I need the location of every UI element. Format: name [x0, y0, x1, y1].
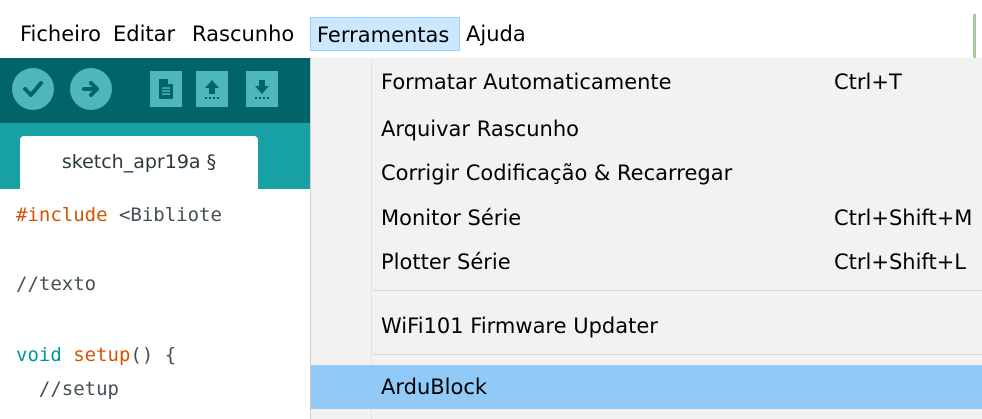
menu-rascunho-label: Rascunho [192, 22, 295, 46]
menu-ficheiro[interactable]: Ficheiro [14, 17, 107, 51]
menu-ficheiro-label: Ficheiro [20, 22, 102, 46]
menu-ferramentas-label: Ferramentas [317, 23, 450, 47]
menu-item-label: ArduBlock [381, 375, 488, 399]
menu-item-shortcut: Ctrl+Shift+L [834, 250, 966, 274]
menu-rascunho[interactable]: Rascunho [186, 17, 300, 51]
check-icon [23, 81, 43, 97]
menu-separator [373, 354, 982, 355]
menu-separator [373, 290, 982, 291]
menu-bar: Ficheiro Editar Rascunho Ferramentas Aju… [0, 0, 982, 58]
menu-item-plotter-serie[interactable]: Plotter Série Ctrl+Shift+L [311, 240, 982, 284]
menu-ajuda-label: Ajuda [466, 22, 526, 46]
menu-item-formatar[interactable]: Formatar Automaticamente Ctrl+T [311, 60, 982, 104]
menu-item-arquivar[interactable]: Arquivar Rascunho [311, 107, 982, 151]
ferramentas-dropdown: Formatar Automaticamente Ctrl+T Arquivar… [310, 58, 982, 419]
setup-paren: () { [130, 344, 177, 366]
menu-item-shortcut: Ctrl+T [834, 70, 902, 94]
function-setup: setup [73, 344, 131, 366]
menu-ajuda[interactable]: Ajuda [460, 17, 532, 51]
menu-item-label: Monitor Série [381, 206, 522, 230]
keyword-void: void [16, 344, 62, 366]
menu-ferramentas[interactable]: Ferramentas [310, 17, 460, 51]
toolbar [0, 58, 320, 123]
menu-editar[interactable]: Editar [107, 17, 181, 51]
verify-button[interactable] [12, 68, 54, 110]
menu-item-ardublock[interactable]: ArduBlock [311, 365, 982, 409]
menu-editar-label: Editar [113, 22, 176, 46]
menu-item-label: Formatar Automaticamente [381, 70, 672, 94]
code-editor[interactable]: #include <Bibliote //texto void setup() … [0, 189, 320, 419]
tab-sketch-label: sketch_apr19a § [61, 151, 217, 173]
menu-item-monitor-serie[interactable]: Monitor Série Ctrl+Shift+M [311, 196, 982, 240]
window-edge [973, 14, 976, 58]
code-line-setup-comment: //setup [16, 378, 119, 400]
comment-setup: //setup [16, 378, 119, 400]
menu-item-corrigir[interactable]: Corrigir Codificação & Recarregar [311, 151, 982, 195]
code-line-include: #include <Bibliote [16, 204, 222, 226]
include-target: <Bibliote [107, 204, 222, 226]
new-sketch-button[interactable] [150, 71, 182, 107]
menu-item-label: Corrigir Codificação & Recarregar [381, 161, 733, 185]
download-icon [255, 80, 269, 99]
menu-item-label: WiFi101 Firmware Updater [381, 314, 658, 338]
tab-sketch[interactable]: sketch_apr19a § [20, 136, 258, 189]
code-line-setup: void setup() { [16, 344, 176, 366]
tab-strip: sketch_apr19a § [0, 123, 320, 189]
menu-item-shortcut: Ctrl+Shift+M [834, 206, 973, 230]
menu-item-wifi101[interactable]: WiFi101 Firmware Updater [311, 304, 982, 348]
code-line-comment: //texto [16, 273, 96, 295]
comment-texto: //texto [16, 273, 97, 295]
upload-icon [205, 80, 219, 99]
arrow-right-icon [82, 81, 99, 97]
menu-item-label: Arquivar Rascunho [381, 117, 579, 141]
open-sketch-button[interactable] [196, 71, 228, 107]
menu-item-label: Plotter Série [381, 250, 511, 274]
save-sketch-button[interactable] [246, 71, 278, 107]
upload-sketch-button[interactable] [70, 68, 112, 110]
document-icon [159, 79, 173, 99]
keyword-include: #include [16, 204, 108, 226]
